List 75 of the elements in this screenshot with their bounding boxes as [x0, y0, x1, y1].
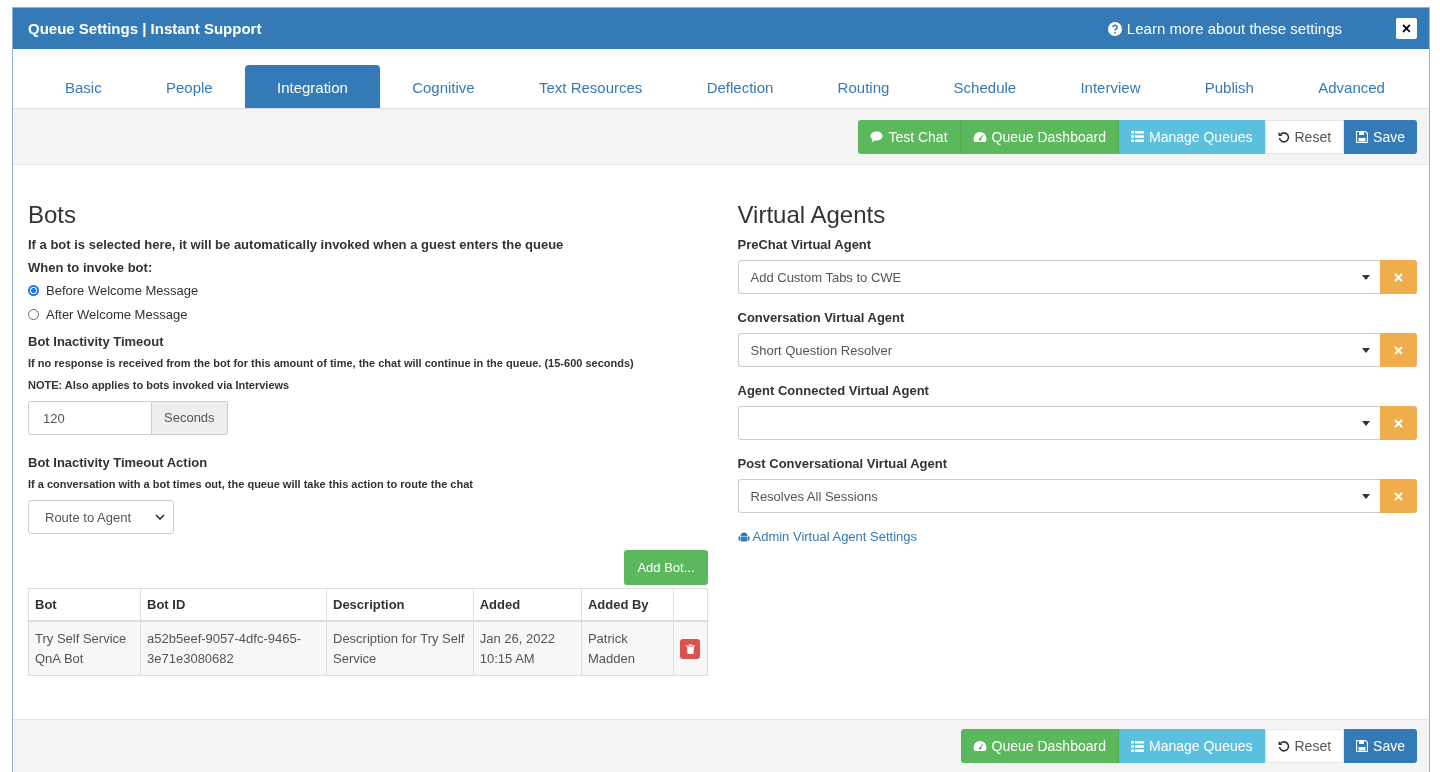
admin-link[interactable]: Admin Virtual Agent Settings	[737, 529, 1417, 544]
tab[interactable]: Advanced	[1286, 65, 1417, 108]
unit-addon: Seconds	[152, 401, 228, 435]
gauge-icon	[972, 130, 987, 143]
android-icon	[737, 530, 750, 543]
caret-icon	[1362, 420, 1370, 426]
speech-bubble-icon	[870, 130, 884, 143]
field-label: PreChat Virtual Agent	[737, 237, 873, 252]
note-text: NOTE: Also applies to bots invoked via Interviews	[28, 379, 291, 391]
tab[interactable]: Schedule	[921, 65, 1049, 108]
section-heading: Bots	[28, 201, 78, 229]
toolbar-button[interactable]: Queue Dashboard	[960, 729, 1119, 763]
field-label: When to invoke bot:	[28, 260, 154, 275]
caret-icon	[1362, 274, 1370, 280]
field-label: Agent Connected Virtual Agent	[737, 383, 930, 398]
tab[interactable]: Deflection	[674, 65, 806, 108]
field-label: Post Conversational Virtual Agent	[737, 456, 948, 471]
list-icon	[1130, 131, 1144, 142]
table-cell: Patrick Madden	[581, 621, 674, 676]
tab[interactable]: People	[133, 65, 245, 108]
table-cell: a52b5eef-9057-4dfc-9465-3e71e3080682	[140, 621, 327, 676]
help-icon	[1107, 21, 1122, 36]
tab[interactable]: Text Resources	[506, 65, 675, 108]
toolbar-button[interactable]: Reset	[1264, 119, 1345, 154]
section-heading: Virtual Agents	[737, 201, 887, 229]
radio-button[interactable]	[28, 285, 39, 296]
tab[interactable]: Routing	[805, 65, 922, 108]
toolbar-button[interactable]: Save	[1344, 729, 1417, 763]
action-select[interactable]: Route to Agent	[28, 500, 174, 534]
help-link[interactable]: Learn more about these settings	[1107, 20, 1342, 37]
clear-button[interactable]	[1380, 479, 1417, 513]
toolbar-button[interactable]: Queue Dashboard	[960, 119, 1119, 154]
intro-text: If a bot is selected here, it will be automatically invoked when a guest enters the queue	[28, 237, 565, 252]
agent-select[interactable]: Add Custom Tabs to CWE	[737, 260, 1380, 294]
radio-label: Before Welcome Message	[46, 283, 199, 298]
tab[interactable]: Cognitive	[380, 65, 507, 108]
close-icon	[1394, 491, 1403, 501]
close-icon	[1394, 418, 1403, 428]
clear-button[interactable]	[1380, 333, 1417, 367]
tab[interactable]: Publish	[1172, 65, 1286, 108]
window-title: Queue Settings | Instant Support	[28, 20, 263, 37]
agent-select[interactable]: Short Question Resolver	[737, 333, 1380, 367]
close-icon	[1394, 345, 1403, 355]
tab[interactable]: Basic	[33, 65, 134, 108]
table-cell: Try Self Service QnA Bot	[28, 621, 141, 676]
close-icon	[1394, 272, 1403, 282]
clear-button[interactable]	[1380, 260, 1417, 294]
list-icon	[1130, 740, 1144, 752]
radio-label: After Welcome Message	[46, 307, 188, 322]
field-label: Bot Inactivity Timeout Action	[28, 455, 209, 470]
close-button[interactable]: ×	[1396, 18, 1417, 39]
chevron-down-icon	[155, 513, 165, 521]
help-text: If a conversation with a bot times out, the queue will take this action to route the chat	[28, 478, 474, 490]
field-label: Conversation Virtual Agent	[737, 310, 906, 325]
timeout-input[interactable]: 120	[28, 401, 152, 435]
agent-select[interactable]	[737, 406, 1380, 440]
clear-button[interactable]	[1380, 406, 1417, 440]
add-bot-button[interactable]: Add Bot...	[624, 550, 708, 585]
caret-icon	[1362, 347, 1370, 353]
toolbar-button[interactable]: Save	[1344, 119, 1417, 154]
delete-button[interactable]	[680, 638, 701, 659]
gauge-icon	[972, 740, 987, 752]
table-cell: Description for Try Self Service	[326, 621, 474, 676]
help-text: If no response is received from the bot for this amount of time, the chat will continue in the queue. (15-600 seconds)	[28, 357, 635, 369]
toolbar-button[interactable]: Test Chat	[858, 119, 961, 154]
caret-icon	[1362, 493, 1370, 499]
tab[interactable]: Integration	[244, 65, 380, 108]
field-label: Bot Inactivity Timeout	[28, 334, 165, 349]
trash-icon	[685, 643, 695, 654]
undo-icon	[1277, 740, 1290, 752]
tab[interactable]: Interview	[1048, 65, 1173, 108]
agent-select[interactable]: Resolves All Sessions	[737, 479, 1380, 513]
undo-icon	[1277, 130, 1290, 143]
table-cell: Jan 26, 2022 10:15 AM	[473, 621, 582, 676]
toolbar-button[interactable]: Reset	[1264, 729, 1345, 763]
